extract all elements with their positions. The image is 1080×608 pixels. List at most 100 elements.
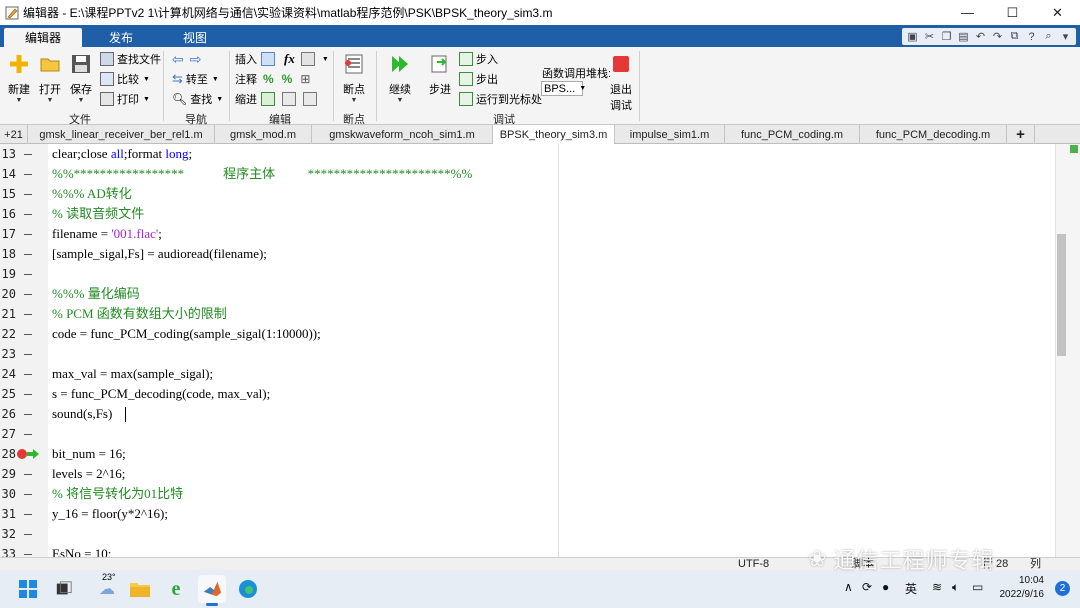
cut-icon[interactable]: ✂	[921, 29, 938, 44]
file-tab[interactable]: gmsk_linear_receiver_ber_rel1.m	[28, 125, 215, 144]
wifi-icon[interactable]: ≋	[932, 580, 942, 594]
wrap-comment-icon[interactable]: ⊞	[300, 72, 310, 86]
code-text[interactable]: bit_num = 16;	[52, 444, 126, 464]
fx-icon[interactable]: fx	[284, 51, 295, 67]
code-line[interactable]: 23	[0, 344, 1055, 364]
new-button[interactable]: 新建 ▼	[3, 53, 35, 104]
code-line[interactable]: 21 % PCM 函数有数组大小的限制	[0, 304, 1055, 324]
start-button[interactable]	[14, 575, 42, 603]
file-explorer-button[interactable]	[126, 575, 154, 603]
vertical-scrollbar[interactable]	[1055, 144, 1080, 557]
file-tab[interactable]: func_PCM_coding.m	[725, 125, 860, 144]
save-icon[interactable]: ▣	[904, 29, 921, 44]
code-text[interactable]: % 将信号转化为01比特	[52, 484, 183, 504]
code-text[interactable]: filename = '001.flac';	[52, 224, 162, 244]
copy-icon[interactable]: ❐	[938, 29, 955, 44]
code-editor[interactable]: 13 clear;close all;format long; 14 %%***…	[0, 144, 1080, 557]
code-text[interactable]: code = func_PCM_coding(sample_sigal(1:10…	[52, 324, 321, 344]
matlab-button[interactable]	[198, 575, 226, 606]
code-line[interactable]: 25 s = func_PCM_decoding(code, max_val);	[0, 384, 1055, 404]
code-line[interactable]: 29 levels = 2^16;	[0, 464, 1055, 484]
decrease-indent-icon[interactable]	[303, 92, 317, 106]
paste-icon[interactable]: ▤	[955, 29, 972, 44]
code-line[interactable]: 14 %%***************** 程序主体 ************…	[0, 164, 1055, 184]
file-tab[interactable]: gmsk_mod.m	[215, 125, 312, 144]
code-line[interactable]: 28 bit_num = 16;	[0, 444, 1055, 464]
code-text[interactable]: %%% AD转化	[52, 184, 132, 204]
file-tab[interactable]: func_PCM_decoding.m	[860, 125, 1007, 144]
weather-widget[interactable]: ☁ 23°	[90, 572, 124, 603]
minimize-button[interactable]: —	[945, 0, 990, 25]
app-tray-icon[interactable]: ●	[882, 580, 889, 594]
run-to-cursor-button[interactable]: 运行到光标处	[459, 90, 542, 108]
file-tab[interactable]: impulse_sim1.m	[615, 125, 725, 144]
code-line[interactable]: 30 % 将信号转化为01比特	[0, 484, 1055, 504]
step-out-button[interactable]: 步出	[459, 70, 498, 88]
comment-button[interactable]: 注释 % % ⊞	[235, 70, 310, 88]
code-line[interactable]: 32	[0, 524, 1055, 544]
code-line[interactable]: 22 code = func_PCM_coding(sample_sigal(1…	[0, 324, 1055, 344]
code-text[interactable]: % PCM 函数有数组大小的限制	[52, 304, 227, 324]
code-line[interactable]: 17 filename = '001.flac';	[0, 224, 1055, 244]
smart-indent-icon[interactable]	[261, 92, 275, 106]
format-icon[interactable]	[300, 52, 315, 66]
tab-overflow-button[interactable]: +21	[0, 125, 28, 144]
close-button[interactable]: ✕	[1035, 0, 1080, 25]
print-button[interactable]: 打印 ▼	[100, 90, 150, 108]
maximize-button[interactable]: ☐	[990, 0, 1035, 25]
code-text[interactable]: y_16 = floor(y*2^16);	[52, 504, 168, 524]
undo-icon[interactable]: ↶	[972, 29, 989, 44]
chevron-up-icon[interactable]: ∧	[844, 580, 853, 594]
open-button[interactable]: 打开 ▼	[34, 53, 66, 104]
back-forward-buttons[interactable]: ⇦ ⇨	[172, 50, 201, 68]
dropdown-icon[interactable]: ▾	[1057, 29, 1074, 44]
file-tab[interactable]: gmskwaveform_ncoh_sim1.m	[312, 125, 493, 144]
indent-button[interactable]: 缩进	[235, 90, 320, 108]
ie-browser-button[interactable]: e	[162, 575, 190, 603]
code-text[interactable]: max_val = max(sample_sigal);	[52, 364, 213, 384]
notification-badge[interactable]: 2	[1055, 581, 1070, 596]
code-analyzer-ok-indicator[interactable]	[1070, 145, 1078, 153]
find-button[interactable]: 🔍︎ 查找 ▼	[172, 90, 223, 108]
quit-debug-button[interactable]: 退出 调试	[605, 53, 637, 113]
code-line[interactable]: 16 % 读取音频文件	[0, 204, 1055, 224]
code-text[interactable]: EsNo = 10;	[52, 544, 111, 557]
code-text[interactable]: % 读取音频文件	[52, 204, 144, 224]
switch-windows-icon[interactable]: ⧉	[1006, 29, 1023, 44]
file-tab-active[interactable]: BPSK_theory_sim3.m	[493, 125, 615, 145]
edge-browser-button[interactable]	[234, 575, 262, 603]
tab-publish[interactable]: 发布	[90, 28, 152, 47]
code-line[interactable]: 26 sound(s,Fs)	[0, 404, 1055, 424]
task-view-button[interactable]	[50, 575, 78, 603]
code-line[interactable]: 13 clear;close all;format long;	[0, 144, 1055, 164]
code-text[interactable]: %%% 量化编码	[52, 284, 140, 304]
increase-indent-icon[interactable]	[282, 92, 296, 106]
continue-button[interactable]: 继续 ▼	[384, 53, 416, 104]
code-text[interactable]: levels = 2^16;	[52, 464, 125, 484]
speaker-icon[interactable]: 🔈︎	[952, 580, 959, 595]
battery-icon[interactable]: ▭	[972, 580, 983, 594]
input-language[interactable]: 英	[905, 580, 917, 597]
find-files-button[interactable]: 查找文件	[100, 50, 161, 68]
sync-icon[interactable]: ⟳	[862, 580, 872, 594]
scrollbar-thumb[interactable]	[1057, 234, 1066, 356]
code-line[interactable]: 18 [sample_sigal,Fs] = audioread(filenam…	[0, 244, 1055, 264]
search-icon[interactable]: ⌕	[1040, 29, 1057, 44]
save-button[interactable]: 保存 ▼	[65, 53, 97, 104]
add-tab-button[interactable]: +	[1007, 125, 1035, 144]
code-text[interactable]: clear;close all;format long;	[52, 144, 192, 164]
code-line[interactable]: 19	[0, 264, 1055, 284]
breakpoint-icon[interactable]	[17, 449, 27, 459]
code-line[interactable]: 31 y_16 = floor(y*2^16);	[0, 504, 1055, 524]
call-stack-dropdown[interactable]: BPS... ▼	[541, 81, 586, 96]
step-button[interactable]: 步进	[424, 53, 456, 97]
insert-button[interactable]: 插入 fx ▼	[235, 50, 329, 68]
step-in-button[interactable]: 步入	[459, 50, 498, 68]
code-line[interactable]: 15 %%% AD转化	[0, 184, 1055, 204]
redo-icon[interactable]: ↷	[989, 29, 1006, 44]
code-text[interactable]: %%***************** 程序主体 ***************…	[52, 164, 472, 184]
tab-view[interactable]: 视图	[160, 28, 230, 47]
breakpoints-button[interactable]: 断点 ▼	[338, 53, 370, 104]
help-icon[interactable]: ?	[1023, 29, 1040, 44]
compare-button[interactable]: 比较 ▼	[100, 70, 150, 88]
